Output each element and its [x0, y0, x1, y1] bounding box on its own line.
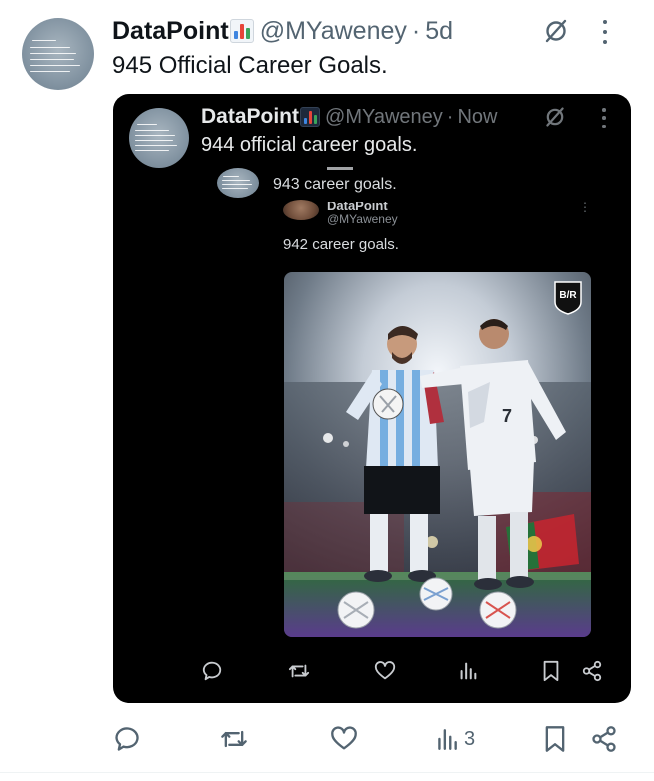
- tweet-header: DataPoint @MYaweney · 5d: [112, 14, 453, 48]
- nested-tweet-text: 943 career goals.: [273, 176, 397, 193]
- nested-header-fragment: [327, 167, 353, 170]
- divider: [0, 772, 654, 773]
- retweet-button[interactable]: [219, 725, 249, 753]
- reply-icon: [201, 660, 223, 682]
- nested-inner-avatar: [283, 200, 319, 220]
- stadium-scene-illustration: 7: [284, 272, 591, 637]
- svg-text:7: 7: [502, 406, 512, 426]
- grok-icon[interactable]: [543, 18, 569, 44]
- separator-dot: ·: [446, 105, 454, 128]
- quoted-author-avatar: [129, 108, 189, 168]
- views-icon: [457, 660, 479, 682]
- author-name[interactable]: DataPoint: [112, 17, 229, 46]
- bookmark-button[interactable]: [543, 725, 567, 753]
- separator-dot: ·: [411, 16, 421, 45]
- quoted-tweet-header: DataPoint @MYaweney · Now: [201, 102, 497, 132]
- bar-chart-emoji-icon: [300, 107, 321, 127]
- views-icon: [438, 729, 457, 750]
- reply-button[interactable]: [113, 725, 141, 753]
- heart-icon: [374, 660, 396, 682]
- heart-icon: [331, 726, 357, 750]
- football-players-photo: 7 B/R: [284, 272, 591, 637]
- quoted-tweet-text: 944 official career goals.: [201, 134, 418, 156]
- bar-chart-emoji-icon: [229, 19, 254, 43]
- retweet-icon: [221, 730, 247, 748]
- more-options-icon: [597, 108, 611, 128]
- quoted-timestamp: Now: [457, 105, 498, 128]
- author-handle[interactable]: @MYaweney: [260, 17, 407, 46]
- grok-icon: [546, 107, 564, 127]
- like-button[interactable]: [330, 725, 358, 753]
- nested-more-icon: ⋮: [579, 200, 591, 214]
- retweet-icon: [288, 660, 310, 682]
- author-avatar[interactable]: [22, 18, 94, 90]
- views-count: 3: [464, 727, 476, 750]
- more-options-icon[interactable]: [598, 20, 612, 44]
- views-button[interactable]: 3: [434, 725, 475, 753]
- quoted-author-name: DataPoint: [201, 105, 300, 128]
- quoted-author-handle: @MYaweney: [325, 105, 443, 128]
- reply-icon: [115, 727, 139, 751]
- share-button[interactable]: [590, 725, 618, 753]
- attached-screenshot[interactable]: DataPoint @MYaweney · Now 944 official c…: [113, 94, 631, 703]
- bleacher-report-logo: B/R: [554, 281, 582, 315]
- share-icon: [581, 660, 603, 682]
- nested-inner-text: 942 career goals.: [283, 236, 399, 253]
- bookmark-icon: [541, 660, 561, 682]
- logo-text: B/R: [559, 290, 577, 301]
- nested-inner-handle: @MYaweney: [327, 212, 398, 226]
- nested-avatar: [217, 168, 259, 198]
- share-icon: [592, 726, 616, 752]
- nested-inner-name: DataPoint: [327, 198, 388, 213]
- bookmark-icon: [545, 726, 565, 752]
- tweet-text: 945 Official Career Goals.: [112, 52, 388, 79]
- tweet-timestamp[interactable]: 5d: [425, 17, 453, 46]
